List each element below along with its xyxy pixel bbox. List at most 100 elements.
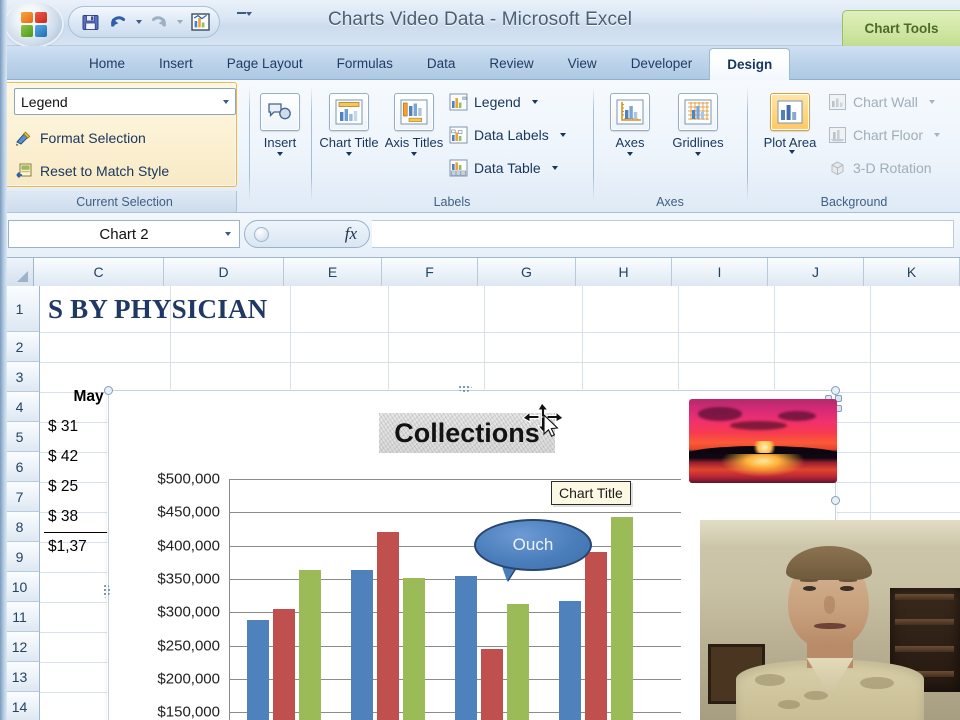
plot-area-button[interactable]: Plot Area (758, 86, 822, 191)
chevron-down-icon (346, 152, 352, 156)
column-header-G[interactable]: G (478, 258, 576, 286)
column-header-K[interactable]: K (864, 258, 960, 286)
row-header-12[interactable]: 12 (0, 632, 40, 662)
format-selection-button[interactable]: Format Selection (10, 122, 151, 153)
chart-title-button[interactable]: Chart Title (317, 86, 381, 191)
chart-bar[interactable] (247, 620, 269, 720)
chart-bar[interactable] (611, 517, 633, 720)
legend-icon (449, 93, 468, 111)
row-header-14[interactable]: 14 (0, 692, 40, 720)
column-header-H[interactable]: H (576, 258, 672, 286)
insert-function-icon[interactable]: fx (345, 224, 357, 244)
row-header-11[interactable]: 11 (0, 602, 40, 632)
cell-c8[interactable]: $1,37 (48, 532, 87, 562)
chart-handle-top[interactable] (458, 385, 472, 392)
chart-bar[interactable] (377, 532, 399, 720)
tab-page-layout[interactable]: Page Layout (210, 46, 320, 80)
chart-element-combobox[interactable]: Legend (14, 88, 236, 115)
row-header-13[interactable]: 13 (0, 662, 40, 692)
cell-c7[interactable]: $ 38 (48, 502, 78, 532)
sunset-picture[interactable] (689, 399, 837, 483)
column-header-J[interactable]: J (768, 258, 864, 286)
chart-handle-top-right[interactable] (831, 386, 840, 395)
value-axis-line (229, 479, 230, 720)
ouch-callout-shape[interactable]: Ouch (474, 519, 592, 581)
gridline (40, 362, 960, 363)
cube-rotation-icon (828, 159, 846, 177)
formula-bar-controls[interactable]: fx (244, 220, 370, 248)
tab-home[interactable]: Home (72, 46, 142, 80)
chart-bar[interactable] (507, 604, 529, 720)
chart-bar[interactable] (455, 575, 477, 720)
gridlines-label: Gridlines (672, 135, 724, 150)
chevron-down-icon (934, 132, 941, 137)
data-labels-button[interactable]: Data Labels (445, 120, 570, 149)
column-header-F[interactable]: F (382, 258, 478, 286)
row-header-3[interactable]: 3 (0, 362, 40, 392)
cell-c5[interactable]: $ 42 (48, 442, 78, 472)
data-table-label: Data Table (474, 159, 541, 176)
chart-bar[interactable] (481, 649, 503, 720)
legend-button[interactable]: Legend (445, 87, 542, 116)
axis-titles-label: Axis Titles (384, 135, 444, 150)
chart-bar[interactable] (273, 609, 295, 720)
chart-plot-area[interactable]: $500,000 $450,000 $400,000 $350,000 $300,000… (157, 471, 681, 720)
tab-insert[interactable]: Insert (142, 46, 210, 80)
chart-bar[interactable] (299, 570, 321, 720)
chart-bar[interactable] (351, 570, 373, 720)
ribbon-group-current-selection: Legend Format Selection Reset to Match S… (0, 80, 249, 213)
y-axis-tick-label: $200,000 (157, 670, 220, 688)
move-cursor-icon (521, 401, 567, 447)
cell-c6[interactable]: $ 25 (48, 472, 78, 502)
ribbon-group-labels: Chart Title Axis Titles Legend Data Labe… (312, 80, 592, 213)
cell-title[interactable]: S BY PHYSICIAN (48, 286, 267, 332)
cell-c4[interactable]: $ 31 (48, 412, 78, 442)
chart-handle-top-left[interactable] (104, 386, 113, 395)
row-header-9[interactable]: 9 (0, 542, 40, 572)
chart-bar[interactable] (559, 601, 581, 720)
row-header-1[interactable]: 1 (0, 286, 40, 332)
gridlines-icon (678, 93, 718, 131)
axis-titles-button[interactable]: Axis Titles (382, 86, 446, 191)
row-header-2[interactable]: 2 (0, 332, 40, 362)
insert-shapes-button[interactable]: Insert (248, 86, 312, 191)
ribbon-group-insert: Insert (250, 80, 310, 213)
insert-function-handle-icon (254, 227, 269, 242)
tab-view[interactable]: View (551, 46, 614, 80)
row-header-7[interactable]: 7 (0, 482, 40, 512)
select-all-corner[interactable] (0, 258, 34, 286)
name-box[interactable]: Chart 2 (8, 220, 240, 248)
row-header-5[interactable]: 5 (0, 422, 40, 452)
chart-bar[interactable] (585, 552, 607, 720)
row-header-4[interactable]: 4 (0, 392, 40, 422)
tab-data[interactable]: Data (410, 46, 473, 80)
reset-to-match-style-button[interactable]: Reset to Match Style (10, 155, 174, 186)
formula-input[interactable] (372, 220, 954, 248)
chevron-down-icon (627, 152, 633, 156)
row-header-10[interactable]: 10 (0, 572, 40, 602)
axis-titles-icon (394, 93, 434, 131)
chart-bar[interactable] (403, 577, 425, 720)
column-header-C[interactable]: C (34, 258, 164, 286)
chart-handle-right-upper[interactable] (831, 496, 840, 505)
tab-formulas[interactable]: Formulas (320, 46, 410, 80)
tab-review[interactable]: Review (472, 46, 550, 80)
tab-developer[interactable]: Developer (614, 46, 710, 80)
chevron-down-icon (411, 152, 417, 156)
row-header-6[interactable]: 6 (0, 452, 40, 482)
data-table-button[interactable]: Data Table (445, 153, 562, 182)
y-axis-tick-label: $250,000 (157, 637, 220, 655)
tab-design[interactable]: Design (709, 47, 791, 81)
column-header-I[interactable]: I (672, 258, 768, 286)
axes-label: Axes (615, 135, 645, 150)
labels-group-label: Labels (433, 195, 471, 209)
chart-gridline (229, 512, 681, 514)
current-selection-group-label: Current Selection (76, 195, 173, 209)
chart-handle-left[interactable] (103, 584, 110, 598)
axes-button[interactable]: Axes (598, 86, 662, 191)
row-header-8[interactable]: 8 (0, 512, 40, 542)
format-selection-icon (15, 129, 33, 147)
column-header-E[interactable]: E (284, 258, 382, 286)
gridlines-button[interactable]: Gridlines (666, 86, 730, 191)
column-header-D[interactable]: D (164, 258, 284, 286)
